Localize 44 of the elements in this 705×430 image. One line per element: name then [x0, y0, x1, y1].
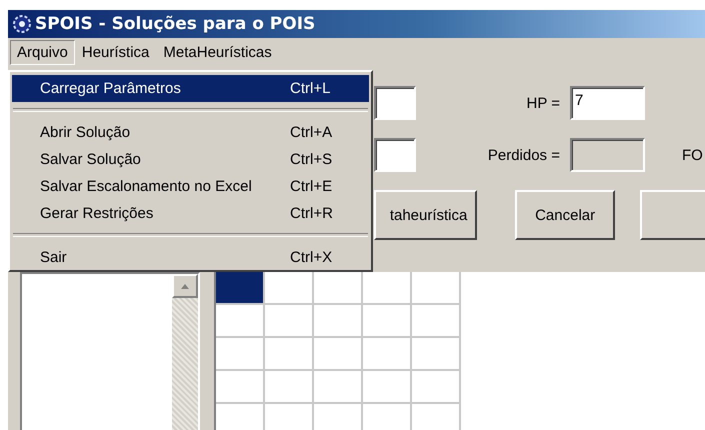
table-cell[interactable]	[412, 305, 461, 338]
menu-item[interactable]: Gerar Restrições Ctrl+R	[12, 200, 369, 227]
table-cell[interactable]	[216, 305, 265, 338]
input-field[interactable]	[374, 86, 416, 120]
menu-item[interactable]: Heurística	[74, 40, 156, 64]
table-cell[interactable]	[314, 338, 363, 371]
up-arrow-icon	[180, 283, 190, 289]
table-cell[interactable]	[363, 305, 412, 338]
window-title: SPOIS - Soluções para o POIS	[35, 14, 316, 34]
scrollbar[interactable]	[172, 274, 198, 430]
table-cell[interactable]	[265, 371, 314, 404]
menu-item[interactable]: Sair Ctrl+X	[12, 244, 369, 271]
blank-button[interactable]	[640, 190, 705, 240]
table-cell[interactable]	[216, 272, 265, 305]
table-cell[interactable]	[314, 272, 363, 305]
table-cell[interactable]	[216, 371, 265, 404]
menu-item[interactable]: Arquivo	[10, 40, 75, 64]
table-cell[interactable]	[265, 272, 314, 305]
table-cell[interactable]	[412, 338, 461, 371]
menu-item[interactable]: Salvar Solução Ctrl+S	[12, 146, 369, 173]
app-icon	[12, 14, 32, 34]
scroll-up-button[interactable]	[172, 274, 198, 298]
table-cell[interactable]	[412, 371, 461, 404]
menu-item[interactable]: Salvar Escalonamento no Excel Ctrl+E	[12, 173, 369, 200]
menu-item[interactable]: Abrir Solução Ctrl+A	[12, 119, 369, 146]
table-cell[interactable]	[314, 305, 363, 338]
table-cell[interactable]	[216, 338, 265, 371]
field-label: FO	[682, 146, 703, 164]
list-box[interactable]	[20, 272, 200, 430]
menu-item[interactable]: MetaHeurísticas	[156, 40, 279, 64]
menu-item[interactable]: Carregar Parâmetros Ctrl+L	[12, 75, 369, 102]
input-field[interactable]: 7	[570, 86, 645, 120]
table-cell[interactable]	[265, 338, 314, 371]
table-cell[interactable]	[314, 371, 363, 404]
table-cell[interactable]	[363, 338, 412, 371]
input-field[interactable]	[374, 138, 416, 172]
button[interactable]: taheurística	[374, 190, 478, 240]
table-cell[interactable]	[363, 371, 412, 404]
table-cell[interactable]	[412, 272, 461, 305]
field-label: Perdidos =	[486, 146, 561, 164]
table-cell[interactable]	[363, 272, 412, 305]
table-cell[interactable]	[265, 305, 314, 338]
field-label: HP =	[526, 94, 561, 112]
button[interactable]: Cancelar	[515, 190, 615, 240]
